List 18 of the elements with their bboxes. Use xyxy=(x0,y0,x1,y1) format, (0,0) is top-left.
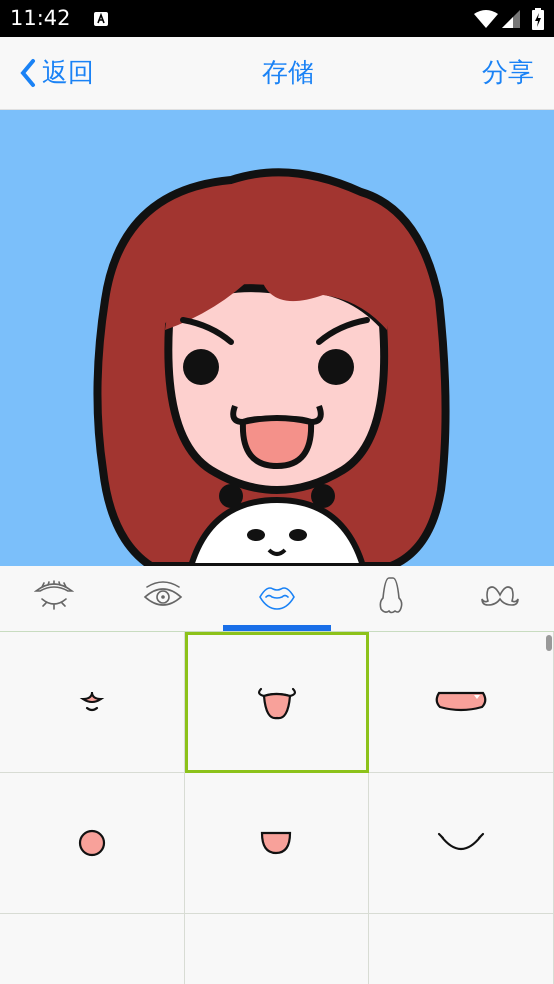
status-time: 11:42 xyxy=(10,4,71,32)
wifi-icon xyxy=(474,10,498,28)
scrollbar-thumb xyxy=(546,635,552,651)
open-mouth-icon xyxy=(434,691,488,713)
closed-eye-icon xyxy=(34,578,74,612)
share-button[interactable]: 分享 xyxy=(482,54,534,92)
signal-icon xyxy=(502,10,520,28)
back-button[interactable]: 返回 xyxy=(20,54,94,92)
mouth-option[interactable] xyxy=(0,773,185,914)
save-button[interactable]: 存储 xyxy=(262,54,314,92)
round-mouth-icon xyxy=(78,829,106,857)
tongue-mouth-icon xyxy=(260,831,292,855)
keyboard-notification-icon xyxy=(92,10,109,26)
back-chevron-icon xyxy=(20,58,36,88)
mouth-option[interactable] xyxy=(369,773,554,914)
tongue-out-mouth-icon xyxy=(256,686,298,720)
battery-charging-icon xyxy=(532,8,544,30)
mouth-option[interactable] xyxy=(184,773,370,914)
